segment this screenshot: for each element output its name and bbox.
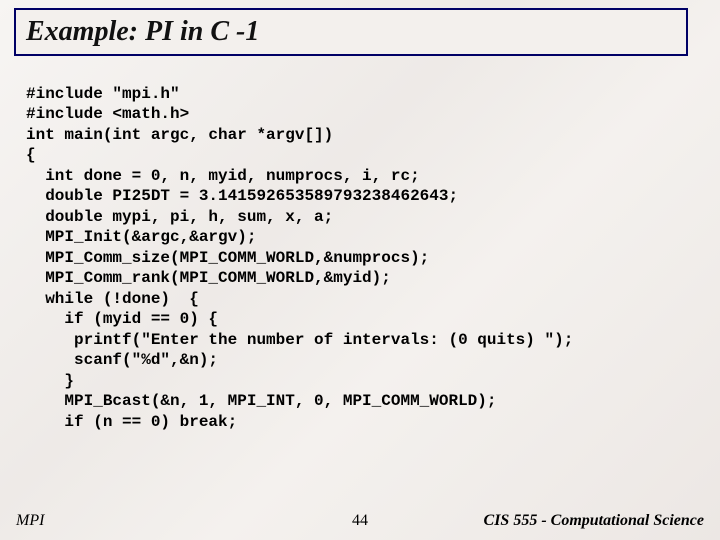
title-box: Example: PI in C -1	[14, 8, 688, 56]
footer-right: CIS 555 - Computational Science	[484, 512, 704, 530]
slide-title: Example: PI in C -1	[26, 16, 259, 48]
footer: MPI 44 CIS 555 - Computational Science	[0, 506, 720, 530]
code-block: #include "mpi.h" #include <math.h> int m…	[26, 84, 700, 432]
slide: Example: PI in C -1 #include "mpi.h" #in…	[0, 0, 720, 540]
